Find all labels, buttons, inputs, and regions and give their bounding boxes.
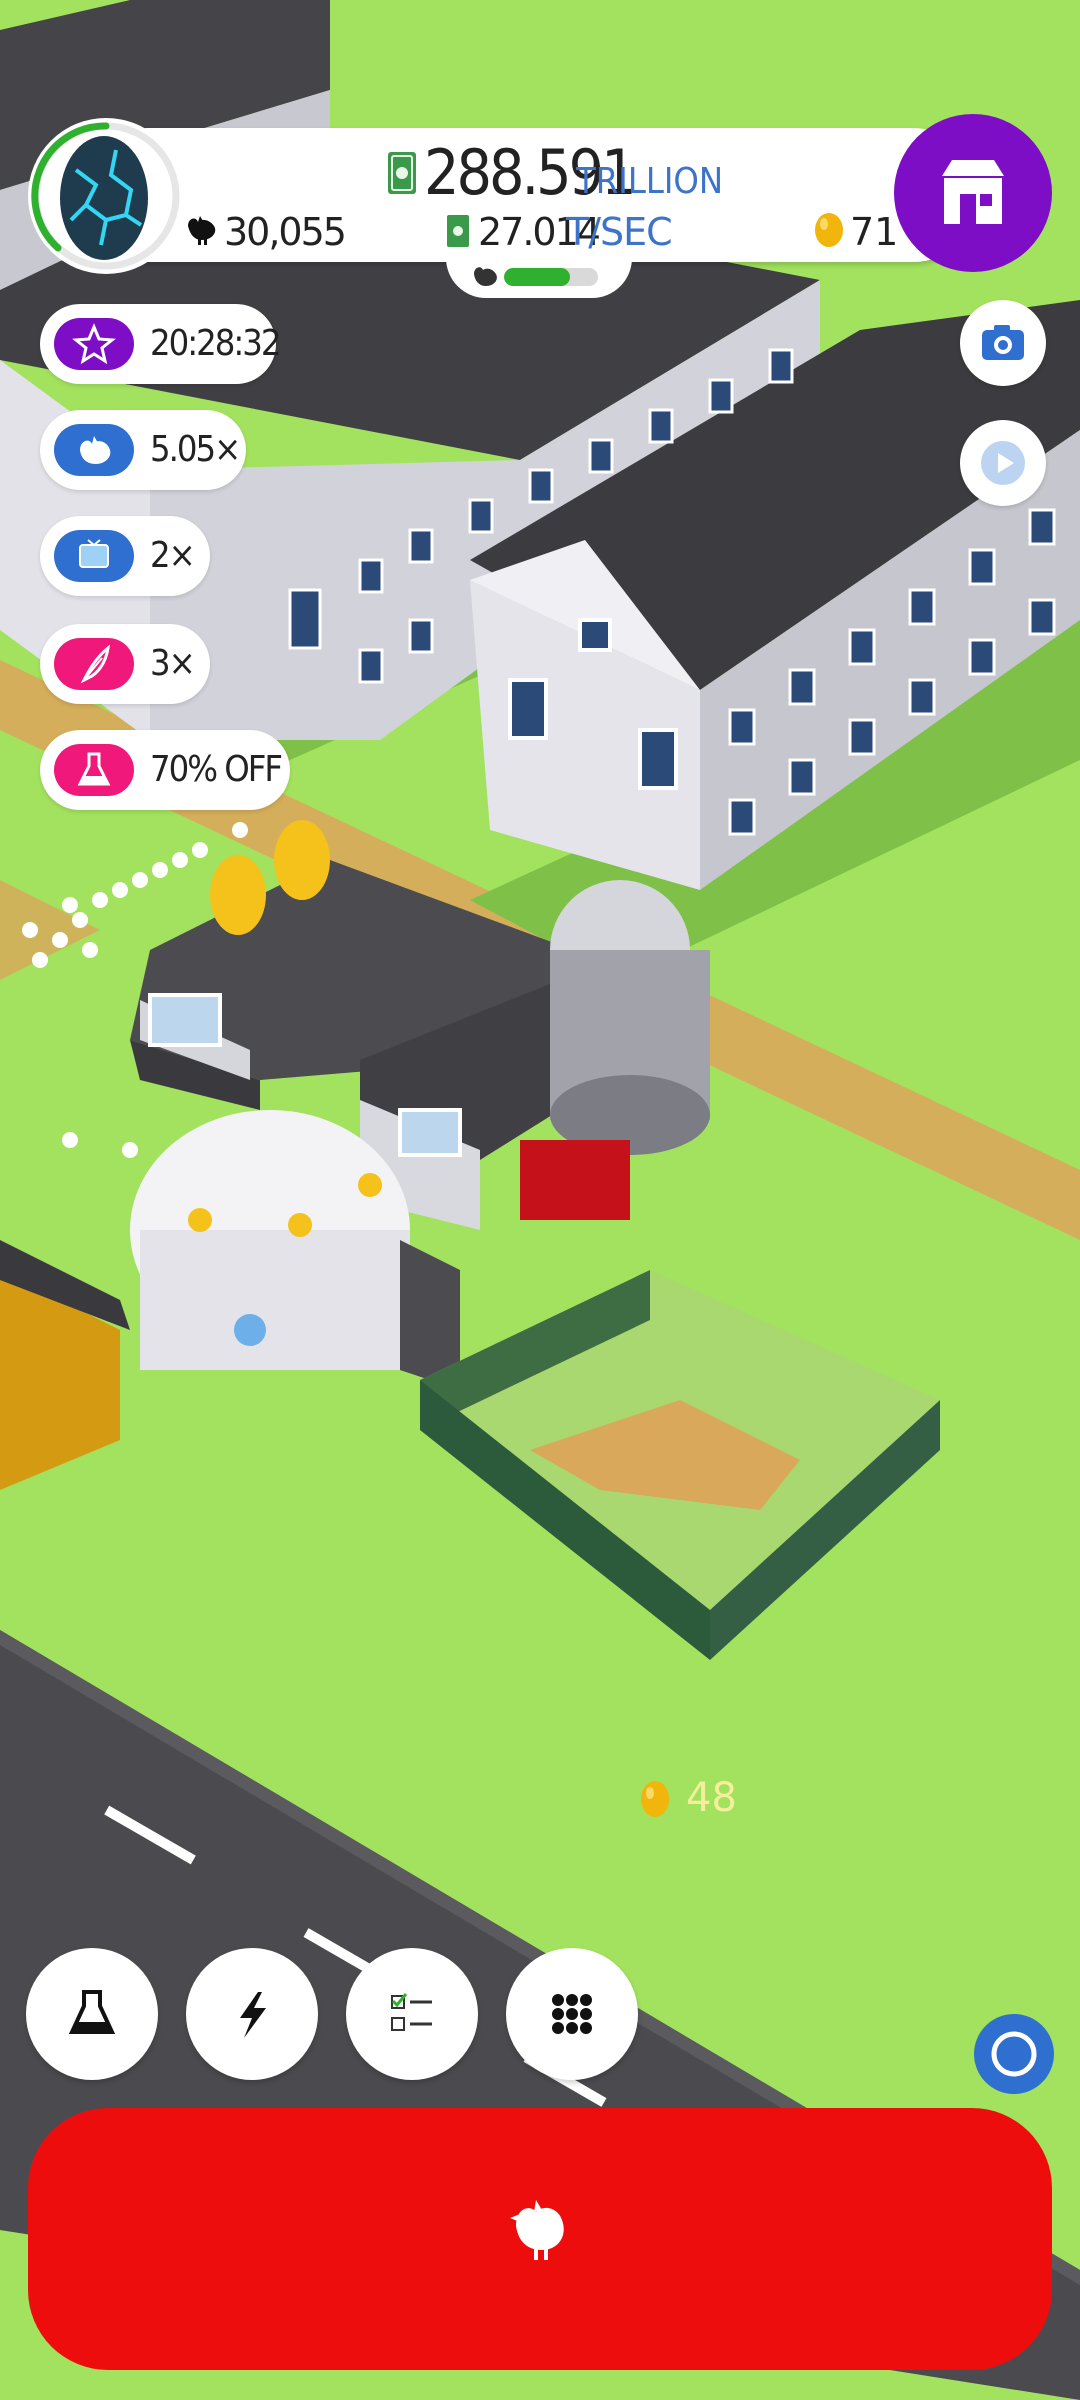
cash-icon: [388, 152, 416, 194]
video-replay-button[interactable]: [960, 420, 1046, 506]
chicken-count: 30,055: [224, 210, 347, 254]
cash-unit: TRILLION: [576, 161, 724, 202]
hatchery-progress-bar: [504, 268, 598, 286]
feather-multiplier-boost[interactable]: 3×: [40, 624, 210, 704]
income-rate-unit: T/SEC: [566, 210, 673, 254]
tv-icon: [54, 530, 134, 582]
store-icon: [942, 160, 1004, 224]
dropped-egg-count: 48: [686, 1775, 737, 1821]
camera-icon: [982, 325, 1024, 360]
research-button[interactable]: [26, 1948, 158, 2080]
checklist-icon: [391, 1993, 432, 2031]
dropped-golden-egg-icon[interactable]: [640, 1778, 670, 1818]
camera-button[interactable]: [960, 300, 1046, 386]
chick-icon: [474, 267, 497, 286]
feather-multiplier-label: 3×: [150, 643, 196, 684]
golden-egg-count: 71: [850, 210, 899, 254]
golden-egg-icon: [815, 213, 843, 247]
missions-button[interactable]: [346, 1948, 478, 2080]
event-timer-boost[interactable]: 20:28:32: [40, 304, 281, 384]
flask-icon: [68, 1990, 116, 2034]
play-icon: [981, 441, 1025, 485]
shop-button[interactable]: [894, 114, 1052, 272]
ring-button[interactable]: [974, 2014, 1054, 2094]
star-icon: [54, 318, 134, 370]
chicken-icon: [510, 2200, 564, 2260]
chicken-multiplier-label: 5.05×: [150, 429, 241, 470]
circle-icon: [991, 2031, 1037, 2077]
hatch-chicken-button[interactable]: [28, 2108, 1052, 2370]
income-rate-icon: [447, 215, 469, 247]
hatchery-progress-fill: [504, 268, 570, 286]
research-discount-label: 70% OFF: [150, 749, 283, 790]
event-timer-label: 20:28:32: [150, 323, 281, 364]
tachyon-egg-icon: [60, 136, 148, 260]
boosts-button[interactable]: [186, 1948, 318, 2080]
chicken-boost-icon: [54, 424, 134, 476]
feather-icon: [54, 638, 134, 690]
chicken-icon: [188, 216, 216, 245]
grid-icon: [552, 1994, 592, 2034]
menu-button[interactable]: [506, 1948, 638, 2080]
flask-icon: [54, 744, 134, 796]
video-multiplier-label: 2×: [150, 535, 196, 576]
research-discount-boost[interactable]: 70% OFF: [40, 730, 290, 810]
video-multiplier-boost[interactable]: 2×: [40, 516, 210, 596]
lightning-icon: [240, 1992, 266, 2038]
chicken-multiplier-boost[interactable]: 5.05×: [40, 410, 246, 490]
